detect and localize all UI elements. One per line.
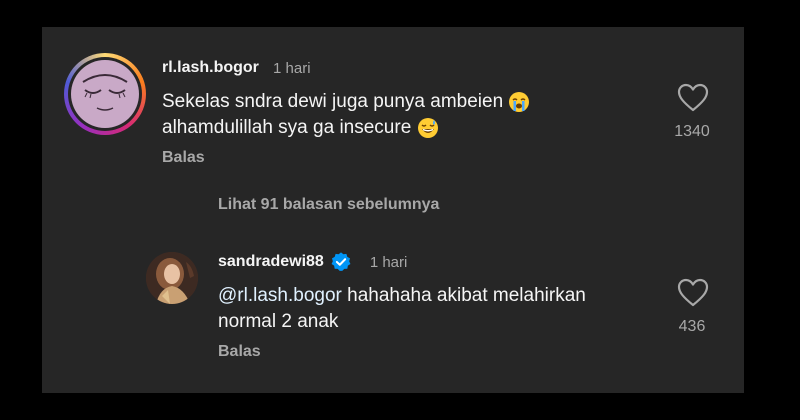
reply-username[interactable]: sandradewi88 <box>218 253 324 271</box>
mention-link[interactable]: @rl.lash.bogor <box>218 285 342 306</box>
view-previous-replies-link[interactable]: Lihat 91 balasan sebelumnya <box>218 196 439 214</box>
heart-icon[interactable] <box>677 278 709 308</box>
crying-face-icon <box>508 91 530 113</box>
avatar[interactable] <box>146 252 198 304</box>
comment-username[interactable]: rl.lash.bogor <box>162 59 259 77</box>
verified-badge-icon <box>330 251 352 273</box>
reply-header: sandradewi88 1 hari <box>218 251 407 273</box>
avatar-image <box>71 60 139 128</box>
avatar[interactable] <box>64 53 146 135</box>
heart-icon[interactable] <box>677 83 709 113</box>
comment-time: 1 hari <box>273 60 311 77</box>
like-count: 1340 <box>674 123 710 140</box>
like-count: 436 <box>678 318 706 335</box>
comment-text-line1: Sekelas sndra dewi juga punya ambeien <box>162 91 504 112</box>
reply-button[interactable]: Balas <box>218 343 261 361</box>
comments-panel: rl.lash.bogor 1 hari Sekelas sndra dewi … <box>42 27 744 393</box>
reply-text: @rl.lash.bogor hahahaha akibat melahirka… <box>218 283 586 335</box>
comment-text-line2: alhamdulillah sya ga insecure <box>162 117 412 138</box>
reply-time: 1 hari <box>369 253 408 271</box>
reply-button[interactable]: Balas <box>162 149 205 167</box>
avatar-image <box>146 252 198 304</box>
reply-text-line2: normal 2 anak <box>218 311 339 332</box>
grinning-sweat-face-icon <box>417 117 439 139</box>
reply-text-line1: hahahaha akibat melahirkan <box>341 285 586 306</box>
comment-text: Sekelas sndra dewi juga punya ambeien al… <box>162 89 530 141</box>
